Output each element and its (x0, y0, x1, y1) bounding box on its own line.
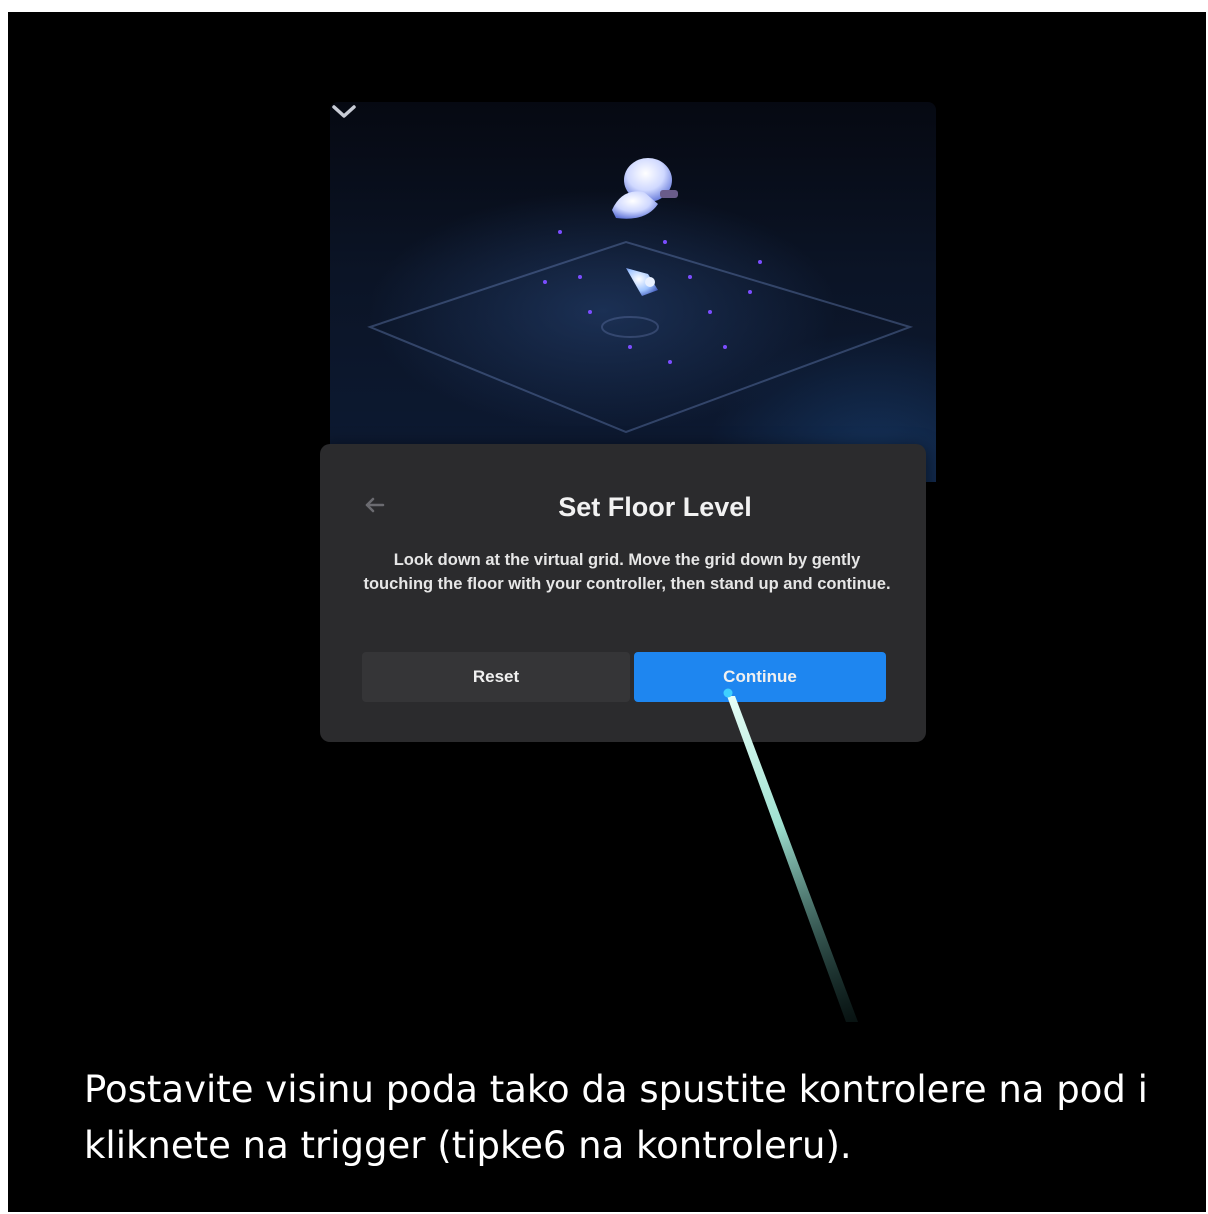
vr-screenshot-frame: Set Floor Level Look down at the virtual… (8, 12, 1206, 1212)
pointer-cursor (723, 688, 733, 698)
controller-pointer-ray (723, 688, 858, 1022)
caption-text: Postavite visinu poda tako da spustite k… (84, 1068, 1148, 1167)
